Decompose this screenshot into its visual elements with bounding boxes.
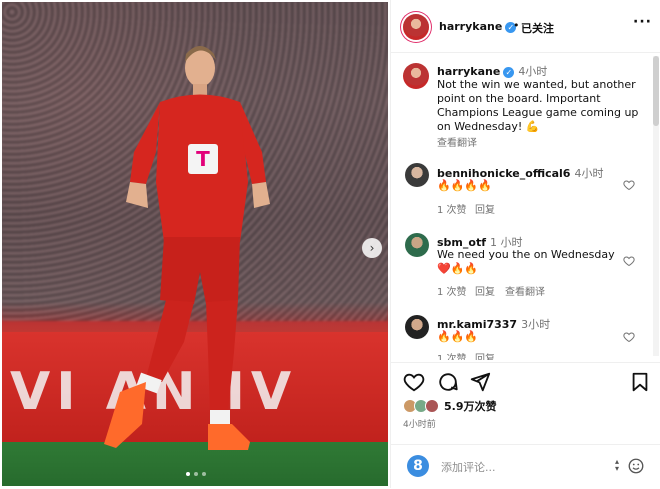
avatar[interactable] bbox=[405, 315, 429, 339]
comments-list: harrykane ✓ 4小时 Not the win we wanted, but… bbox=[391, 53, 653, 360]
carousel-dot bbox=[186, 472, 190, 476]
comment-like-count[interactable]: 1 次赞 bbox=[437, 350, 467, 360]
verified-icon: ✓ bbox=[503, 66, 515, 78]
follow-status-button[interactable]: 已关注 bbox=[521, 20, 554, 36]
header-username-row: harrykane ✓ bbox=[439, 20, 517, 33]
comment-like-count[interactable]: 1 次赞 bbox=[437, 283, 467, 298]
caption-text-block: Not the win we wanted, but another point… bbox=[437, 78, 643, 134]
heart-icon[interactable] bbox=[623, 255, 635, 267]
caption-header: harrykane ✓ 4小时 bbox=[437, 63, 547, 79]
translate-link[interactable]: 查看翻译 bbox=[505, 283, 545, 298]
comment-time: 3小时 bbox=[521, 318, 551, 331]
more-icon[interactable]: ··· bbox=[633, 14, 652, 30]
bookmark-icon[interactable] bbox=[629, 371, 651, 393]
action-bar bbox=[391, 362, 660, 403]
liker-avatar bbox=[425, 399, 439, 413]
app-badge-icon: 8 bbox=[407, 455, 429, 477]
share-icon[interactable] bbox=[469, 371, 491, 393]
reply-button[interactable]: 回复 bbox=[475, 350, 495, 360]
header-username[interactable]: harrykane bbox=[439, 20, 502, 33]
add-comment-input[interactable]: 添加评论... bbox=[441, 459, 496, 475]
comment-icon[interactable] bbox=[437, 371, 459, 393]
add-comment-bar: 8 添加评论... ▴ ▾ bbox=[391, 444, 660, 489]
comment-time: 4小时 bbox=[574, 167, 604, 180]
avatar[interactable] bbox=[403, 14, 429, 40]
caption-username[interactable]: harrykane bbox=[437, 65, 500, 78]
emoji-icon[interactable] bbox=[627, 457, 645, 475]
avatar[interactable] bbox=[405, 233, 429, 257]
comment-text: We need you the on Wednesday bbox=[437, 248, 615, 261]
carousel-dot bbox=[202, 472, 206, 476]
post-side-panel: harrykane ✓ • 已关注 ··· harrykane ✓ 4小时 Not t… bbox=[390, 0, 660, 488]
caption-time: 4小时 bbox=[518, 65, 548, 78]
carousel-dots bbox=[186, 472, 206, 476]
comment-emoji: 🔥🔥🔥 bbox=[437, 330, 479, 343]
comment-emoji: ❤️🔥🔥 bbox=[437, 262, 479, 275]
svg-text:T: T bbox=[196, 147, 210, 171]
heart-icon[interactable] bbox=[623, 179, 635, 191]
comment-like-count[interactable]: 1 次赞 bbox=[437, 201, 467, 216]
reply-button[interactable]: 回复 bbox=[475, 201, 495, 216]
post-dialog: VI AN IV T bbox=[0, 0, 660, 488]
heart-icon[interactable] bbox=[623, 331, 635, 343]
likes-count[interactable]: 5.9万次赞 bbox=[444, 398, 497, 414]
likes-row: 5.9万次赞 bbox=[403, 398, 497, 414]
scrollbar-thumb[interactable] bbox=[653, 56, 659, 126]
carousel-dot bbox=[194, 472, 198, 476]
posted-time: 4小时前 bbox=[403, 420, 436, 430]
player-figure: T bbox=[104, 46, 270, 450]
avatar[interactable] bbox=[403, 63, 429, 89]
next-arrow-icon[interactable]: › bbox=[362, 238, 382, 258]
separator-dot: • bbox=[513, 19, 520, 32]
caption-translate-link[interactable]: 查看翻译 bbox=[437, 134, 477, 149]
flexed-biceps-emoji: 💪 bbox=[525, 120, 540, 133]
heart-icon[interactable] bbox=[403, 371, 425, 393]
post-header: harrykane ✓ • 已关注 ··· bbox=[391, 0, 660, 53]
reply-button[interactable]: 回复 bbox=[475, 283, 495, 298]
comment-emoji: 🔥🔥🔥🔥 bbox=[437, 179, 492, 192]
post-photo: VI AN IV T bbox=[2, 2, 388, 486]
arrows-icon: ▴ ▾ bbox=[615, 457, 620, 473]
avatar[interactable] bbox=[405, 163, 429, 187]
